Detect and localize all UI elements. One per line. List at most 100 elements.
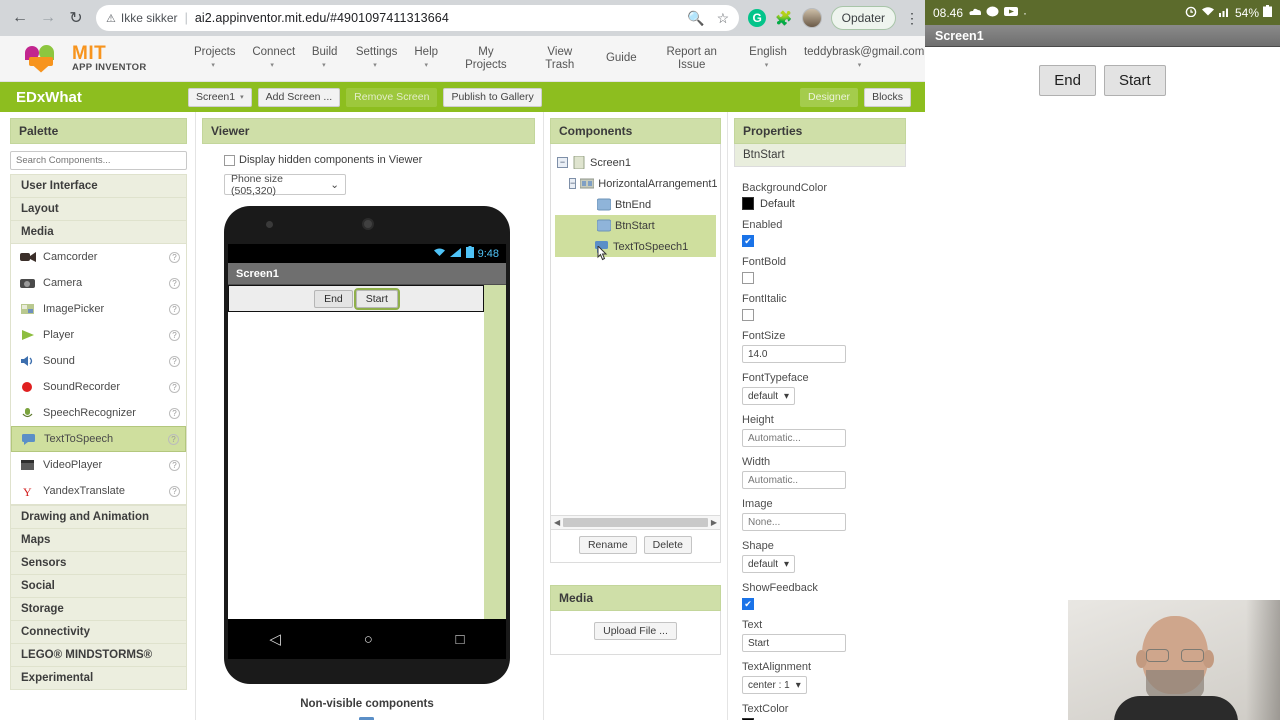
palette-item-texttospeech[interactable]: TextToSpeech ? (11, 426, 186, 452)
remove-screen-button[interactable]: Remove Screen (346, 87, 438, 107)
back-arrow-icon[interactable]: ← (6, 4, 34, 32)
menu-report-issue[interactable]: Report an Issue (644, 46, 739, 72)
prop-value-backgroundcolor[interactable]: Default (742, 197, 898, 210)
palette-item-camcorder[interactable]: Camcorder ? (11, 244, 186, 270)
menu-projects[interactable]: Projects ▾ (184, 46, 242, 72)
palette-item-sound[interactable]: Sound ? (11, 348, 186, 374)
prop-select-textalignment[interactable]: center : 1 ▾ (742, 676, 807, 694)
scroll-left-icon[interactable]: ◀ (554, 518, 560, 527)
palette-category-maps[interactable]: Maps (10, 529, 187, 552)
expander-icon[interactable]: − (557, 157, 568, 168)
prop-checkbox-fontitalic[interactable] (742, 309, 754, 321)
zoom-out-icon[interactable]: 🔍 (687, 10, 704, 27)
display-hidden-components-row[interactable]: Display hidden components in Viewer (224, 154, 535, 166)
horizontal-arrangement-preview[interactable]: End Start (228, 285, 484, 312)
display-hidden-checkbox[interactable] (224, 154, 235, 166)
prop-select-fonttypeface[interactable]: default ▾ (742, 387, 796, 405)
help-icon[interactable]: ? (169, 485, 180, 497)
help-icon[interactable]: ? (169, 381, 180, 393)
tree-node-texttospeech1[interactable]: TextToSpeech1 (555, 236, 716, 261)
rename-button[interactable]: Rename (578, 536, 637, 554)
palette-item-camera[interactable]: Camera ? (11, 270, 186, 296)
puzzle-icon[interactable]: 🧩 (775, 10, 792, 27)
menu-guide[interactable]: Guide (596, 52, 644, 65)
scroll-right-icon[interactable]: ▶ (711, 518, 717, 527)
address-bar[interactable]: ⚠ Ikke sikker | ai2.appinventor.mit.edu/… (96, 5, 740, 31)
palette-category-sensors[interactable]: Sensors (10, 552, 187, 575)
menu-account[interactable]: teddybrask@gmail.com ▾ (794, 46, 925, 72)
palette-item-speechrecognizer[interactable]: SpeechRecognizer ? (11, 400, 186, 426)
prop-input-text[interactable]: Start (742, 634, 846, 652)
palette-item-label: YandexTranslate (43, 485, 125, 497)
kebab-menu-icon[interactable]: ⋮ (905, 10, 919, 27)
help-icon[interactable]: ? (169, 407, 180, 419)
menu-view-trash[interactable]: View Trash (524, 46, 596, 72)
reload-icon[interactable]: ↻ (62, 4, 90, 32)
menu-help[interactable]: Help ▾ (404, 46, 448, 72)
screen-selector[interactable]: Screen1 ▾ (188, 87, 252, 107)
help-icon[interactable]: ? (169, 459, 180, 471)
tree-node-horizontalarrangement1[interactable]: − HorizontalArrangement1 (555, 173, 718, 194)
mirror-button-start[interactable]: Start (1104, 65, 1166, 96)
help-icon[interactable]: ? (169, 329, 180, 341)
prop-select-shape[interactable]: default ▾ (742, 555, 796, 573)
help-icon[interactable]: ? (169, 277, 180, 289)
prop-checkbox-showfeedback[interactable]: ✔ (742, 598, 754, 610)
prop-checkbox-enabled[interactable]: ✔ (742, 235, 754, 247)
help-icon[interactable]: ? (169, 355, 180, 367)
palette-category-media[interactable]: Media (10, 221, 187, 244)
publish-gallery-button[interactable]: Publish to Gallery (443, 87, 542, 107)
palette-category-user-interface[interactable]: User Interface (10, 174, 187, 198)
forward-arrow-icon[interactable]: → (34, 4, 62, 32)
menu-connect[interactable]: Connect ▾ (242, 46, 302, 72)
palette-category-connectivity[interactable]: Connectivity (10, 621, 187, 644)
palette-category-layout[interactable]: Layout (10, 198, 187, 221)
help-icon[interactable]: ? (168, 433, 179, 445)
prop-input-image[interactable]: None... (742, 513, 846, 531)
text-to-speech-icon[interactable] (224, 716, 510, 720)
menu-build[interactable]: Build ▾ (302, 46, 346, 72)
update-button[interactable]: Opdater (830, 6, 896, 30)
preview-button-end[interactable]: End (314, 289, 353, 308)
nav-home-icon[interactable]: ○ (364, 631, 373, 648)
component-tree-scrollbar[interactable]: ◀ ▶ (550, 516, 721, 530)
help-icon[interactable]: ? (169, 251, 180, 263)
palette-category-lego[interactable]: LEGO® MINDSTORMS® (10, 644, 187, 667)
mirror-button-end[interactable]: End (1039, 65, 1096, 96)
avatar-icon[interactable] (801, 8, 822, 28)
scroll-thumb[interactable] (563, 518, 708, 527)
prop-input-width[interactable]: Automatic.. (742, 471, 846, 489)
nav-recents-icon[interactable]: □ (456, 631, 465, 648)
grammarly-icon[interactable]: G (748, 9, 767, 27)
prop-input-fontsize[interactable]: 14.0 (742, 345, 846, 363)
tree-node-btnstart[interactable]: BtnStart (555, 215, 716, 236)
menu-settings[interactable]: Settings ▾ (346, 46, 404, 72)
tab-designer[interactable]: Designer (800, 87, 859, 107)
prop-checkbox-fontbold[interactable] (742, 272, 754, 284)
help-icon[interactable]: ? (169, 303, 180, 315)
palette-item-player[interactable]: Player ? (11, 322, 186, 348)
palette-item-imagepicker[interactable]: ImagePicker ? (11, 296, 186, 322)
menu-language[interactable]: English ▾ (739, 46, 794, 72)
palette-item-yandextranslate[interactable]: Y YandexTranslate ? (11, 478, 186, 504)
tab-blocks[interactable]: Blocks (864, 87, 911, 107)
menu-my-projects[interactable]: My Projects (448, 46, 523, 72)
palette-item-videoplayer[interactable]: VideoPlayer ? (11, 452, 186, 478)
phone-size-select[interactable]: Phone size (505,320) ⌄ (224, 173, 346, 197)
palette-category-experimental[interactable]: Experimental (10, 667, 187, 690)
add-screen-button[interactable]: Add Screen ... (257, 87, 341, 107)
expander-icon[interactable]: − (569, 178, 577, 189)
star-icon[interactable]: ☆ (717, 10, 730, 27)
nav-back-icon[interactable]: ◁ (269, 630, 281, 648)
upload-file-button[interactable]: Upload File ... (594, 622, 677, 640)
tree-node-btnend[interactable]: BtnEnd (555, 194, 716, 215)
search-components-input[interactable] (10, 151, 187, 170)
tree-node-screen1[interactable]: − Screen1 (555, 152, 716, 173)
prop-input-height[interactable]: Automatic... (742, 429, 846, 447)
palette-category-drawing[interactable]: Drawing and Animation (10, 505, 187, 529)
delete-button[interactable]: Delete (643, 536, 693, 554)
palette-category-storage[interactable]: Storage (10, 598, 187, 621)
palette-category-social[interactable]: Social (10, 575, 187, 598)
palette-item-soundrecorder[interactable]: SoundRecorder ? (11, 374, 186, 400)
preview-button-start[interactable]: Start (353, 287, 400, 310)
